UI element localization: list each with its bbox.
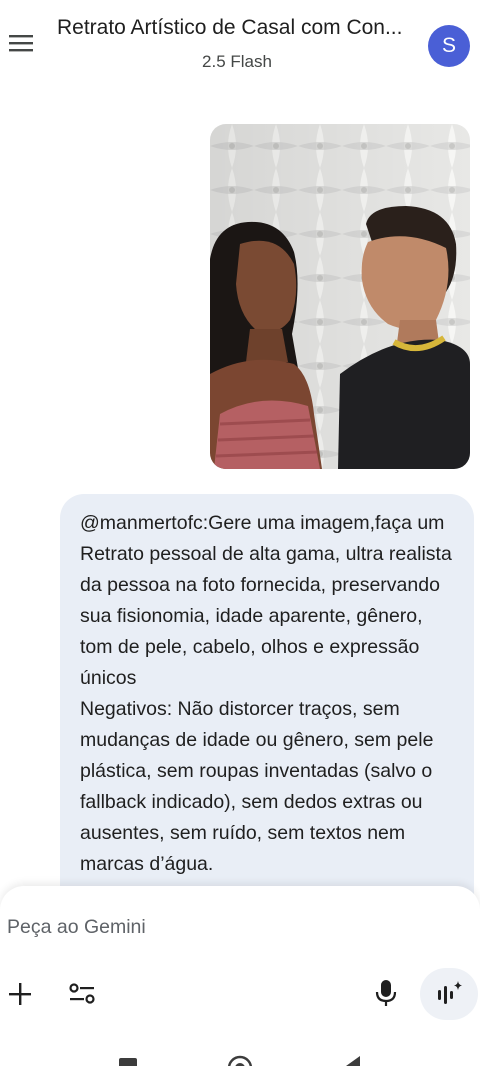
conversation-title[interactable]: Retrato Artístico de Casal com Con... bbox=[57, 16, 419, 40]
menu-icon bbox=[9, 35, 33, 52]
back-nav-icon[interactable] bbox=[344, 1056, 362, 1066]
system-navigation-bar bbox=[0, 1040, 480, 1066]
mic-icon bbox=[375, 980, 397, 1006]
user-message-bubble[interactable]: @manmertofc:Gere uma imagem,faça um Retr… bbox=[60, 494, 474, 914]
uploaded-photo[interactable] bbox=[210, 124, 470, 469]
gemini-live-icon bbox=[438, 981, 462, 1004]
account-avatar[interactable]: S bbox=[428, 25, 470, 67]
top-app-bar: Retrato Artístico de Casal com Con... 2.… bbox=[0, 0, 480, 96]
uploaded-photo-image bbox=[210, 124, 470, 469]
user-message-text: @manmertofc:Gere uma imagem,faça um Retr… bbox=[80, 512, 452, 875]
recents-nav-icon[interactable] bbox=[118, 1056, 138, 1066]
composer bbox=[0, 886, 480, 1066]
voice-input-button[interactable] bbox=[370, 976, 402, 1010]
tools-button[interactable] bbox=[66, 978, 98, 1010]
home-nav-icon[interactable] bbox=[226, 1054, 254, 1066]
tools-sliders-icon bbox=[69, 983, 95, 1004]
model-selector[interactable]: 2.5 Flash bbox=[0, 52, 474, 72]
add-attachment-button[interactable] bbox=[4, 978, 36, 1010]
plus-icon bbox=[9, 983, 31, 1005]
gemini-live-button[interactable] bbox=[420, 968, 478, 1020]
prompt-input[interactable] bbox=[7, 916, 447, 939]
